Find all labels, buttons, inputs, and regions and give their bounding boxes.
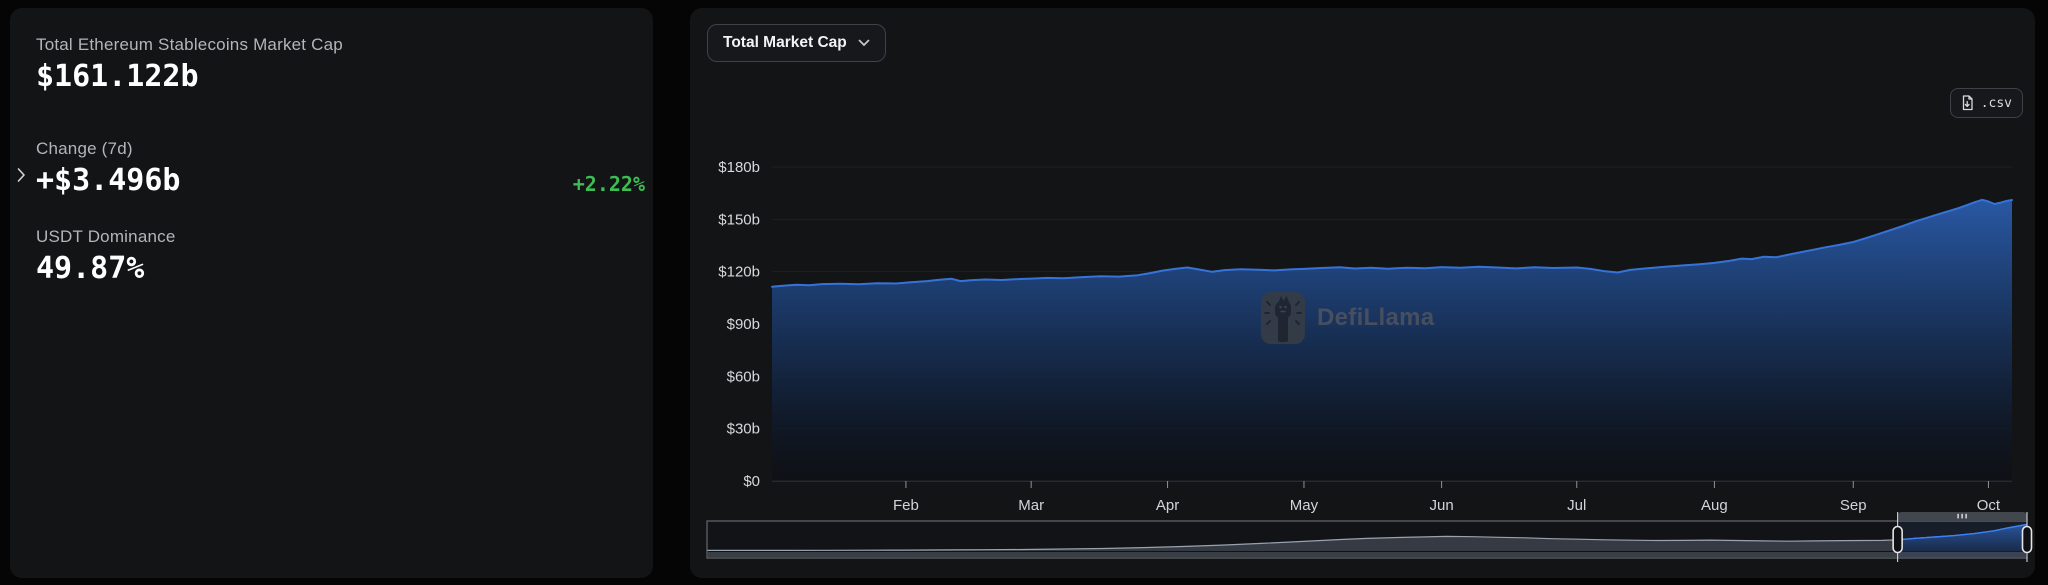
chevron-down-icon [858, 39, 870, 47]
stats-panel: Total Ethereum Stablecoins Market Cap $1… [10, 8, 653, 578]
metric-selector-label: Total Market Cap [723, 34, 847, 51]
brush-handle-left[interactable] [1892, 525, 1903, 554]
y-axis-label: $60b [727, 368, 760, 385]
x-axis-label: May [1290, 497, 1319, 514]
x-axis-label: Aug [1701, 497, 1728, 514]
file-download-icon [1962, 95, 1973, 111]
y-axis-label: $30b [727, 421, 760, 438]
csv-label: .csv [1980, 95, 2012, 111]
metric-total-market-cap: Total Ethereum Stablecoins Market Cap $1… [36, 35, 647, 95]
metric-label: Change (7d) [36, 139, 133, 158]
x-axis-label: Mar [1018, 497, 1044, 514]
change-percent-badge: +2.22% [572, 171, 645, 196]
chevron-right-icon [17, 168, 25, 182]
x-axis-label: Sep [1840, 497, 1867, 514]
y-axis-label: $90b [727, 316, 760, 333]
download-csv-button[interactable]: .csv [1949, 88, 2023, 118]
metric-value: +$3.496b [36, 163, 181, 198]
metric-value: $161.122b [36, 59, 199, 94]
brush-grip-icon [1961, 513, 1963, 519]
market-cap-chart[interactable]: $0 $30b $60b $90b $120b $150b $180b Feb Mar Apr Ma… [690, 8, 2035, 578]
chart-plot-area[interactable] [772, 142, 2012, 481]
chart-panel: $0 $30b $60b $90b $120b $150b $180b Feb Mar Apr Ma… [690, 8, 2035, 578]
y-axis-label: $150b [718, 211, 760, 228]
metric-value: 49.87% [36, 251, 145, 286]
y-axis-label: $0 [743, 473, 760, 490]
metric-label: Total Ethereum Stablecoins Market Cap [36, 35, 343, 54]
defillama-stablecoins-dashboard: Total Ethereum Stablecoins Market Cap $1… [0, 0, 2048, 585]
x-axis-label: Feb [893, 497, 919, 514]
metric-label: USDT Dominance [36, 227, 176, 246]
expand-row-button[interactable] [17, 167, 26, 183]
metric-usdt-dominance: USDT Dominance 49.87% [36, 227, 647, 287]
x-axis-label: Apr [1156, 497, 1179, 514]
brush-handle-right[interactable] [2021, 525, 2033, 554]
brush-grip-icon [1957, 513, 1959, 519]
brush-grip-icon [1965, 513, 1967, 519]
y-axis-label: $180b [718, 159, 760, 176]
metric-change-7d: Change (7d) +$3.496b +2.22% [17, 139, 647, 199]
metric-selector-dropdown[interactable]: Total Market Cap [707, 24, 886, 62]
x-axis-label: Oct [1977, 497, 2001, 514]
y-axis-label: $120b [718, 264, 760, 281]
x-axis-label: Jun [1430, 497, 1454, 514]
x-axis-label: Jul [1567, 497, 1586, 514]
brush-baseline-strip [708, 552, 2026, 557]
